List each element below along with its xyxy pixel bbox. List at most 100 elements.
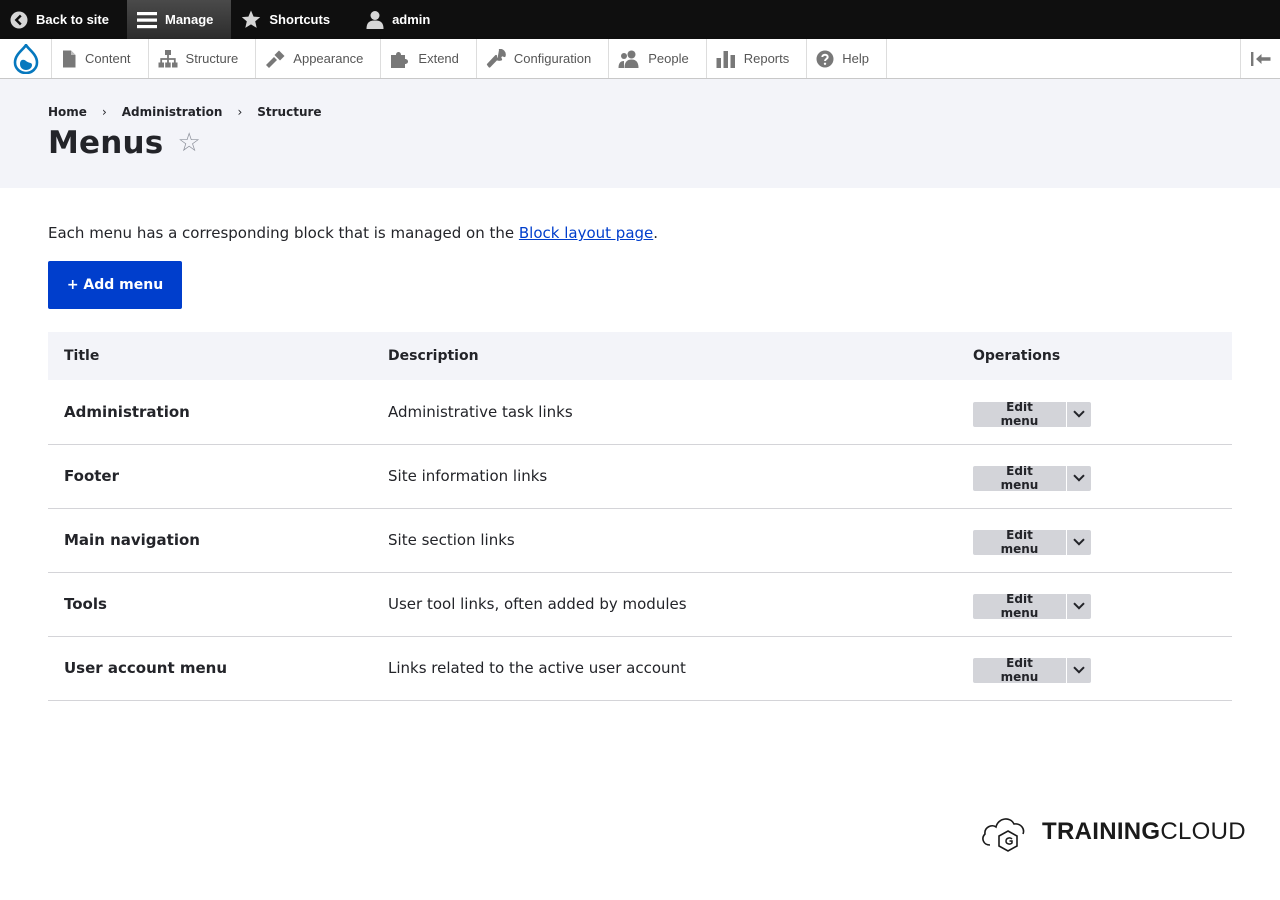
menu-description: User tool links, often added by modules [372, 572, 957, 637]
user-label: admin [392, 12, 431, 27]
tray-item-label: Appearance [293, 51, 364, 66]
file-icon [63, 50, 76, 67]
operations-dropbutton: Edit menu [973, 593, 1091, 619]
menu-operations: Edit menu [957, 380, 1232, 445]
back-arrow-icon [10, 11, 28, 28]
block-layout-link[interactable]: Block layout page [519, 224, 653, 242]
operations-dropbutton: Edit menu [973, 529, 1091, 555]
tray-item-label: Structure [185, 51, 239, 66]
tray-item-label: Configuration [513, 51, 592, 66]
menu-title: Footer [48, 444, 372, 509]
shortcut-star-icon[interactable]: ☆ [177, 130, 200, 156]
edit-menu-button[interactable]: Edit menu [973, 401, 1066, 427]
breadcrumb-home[interactable]: Home [48, 105, 87, 119]
bar-chart-icon [716, 50, 735, 68]
manage-tab[interactable]: Manage [126, 0, 232, 39]
brand-name-bold: TRAINING [1042, 818, 1161, 845]
back-to-site-label: Back to site [36, 12, 109, 27]
intro-text: Each menu has a corresponding block that… [48, 224, 658, 242]
breadcrumb-structure[interactable]: Structure [257, 105, 321, 119]
admin-tray: Content Structure Appearance Extend Conf… [0, 39, 1280, 79]
drupal-logo[interactable] [0, 39, 52, 78]
menu-operations: Edit menu [957, 508, 1232, 573]
back-to-site-link[interactable]: Back to site [0, 0, 127, 39]
tray-orientation-toggle[interactable] [1240, 39, 1280, 78]
tray-item-help[interactable]: Help [807, 39, 887, 78]
cloud-logo-icon [982, 818, 1025, 852]
tray-item-label: Content [85, 51, 131, 66]
menu-title: Main navigation [48, 508, 372, 573]
table-row: Footer Site information links Edit menu [48, 444, 1232, 509]
shortcuts-tab[interactable]: Shortcuts [231, 0, 348, 39]
star-icon [242, 10, 261, 28]
menu-description: Site information links [372, 444, 957, 509]
chevron-down-icon [1073, 666, 1085, 674]
operations-toggle[interactable] [1066, 465, 1091, 491]
menu-operations: Edit menu [957, 636, 1232, 701]
tray-item-extend[interactable]: Extend [381, 39, 477, 78]
column-header-operations: Operations [957, 332, 1232, 380]
chevron-right-icon: › [237, 105, 243, 119]
menu-title: User account menu [48, 636, 372, 701]
edit-menu-button[interactable]: Edit menu [973, 657, 1066, 683]
wrench-icon [486, 49, 506, 68]
hamburger-icon [136, 11, 157, 28]
edit-menu-button[interactable]: Edit menu [973, 593, 1066, 619]
menu-title: Tools [48, 572, 372, 637]
operations-dropbutton: Edit menu [973, 401, 1091, 427]
table-row: Tools User tool links, often added by mo… [48, 572, 1232, 637]
operations-dropbutton: Edit menu [973, 465, 1091, 491]
people-icon [618, 50, 639, 68]
chevron-down-icon [1073, 602, 1085, 610]
column-header-title: Title [48, 332, 372, 380]
intro-period: . [653, 224, 659, 242]
tray-item-label: People [648, 51, 689, 66]
page-header: Home › Administration › Structure Menus … [0, 79, 1280, 188]
chevron-down-icon [1073, 474, 1085, 482]
paintbrush-icon [266, 50, 285, 68]
admin-toolbar: Back to site Manage Shortcuts admin [0, 0, 1280, 39]
tray-item-label: Reports [743, 51, 790, 66]
table-row: User account menu Links related to the a… [48, 636, 1232, 701]
brand-name-regular: CLOUD [1160, 818, 1246, 845]
tray-item-reports[interactable]: Reports [707, 39, 808, 78]
tray-item-configuration[interactable]: Configuration [477, 39, 610, 78]
chevron-down-icon [1073, 410, 1085, 418]
tray-item-content[interactable]: Content [52, 39, 149, 78]
puzzle-icon [391, 51, 409, 68]
manage-label: Manage [164, 12, 214, 27]
tray-item-structure[interactable]: Structure [149, 39, 257, 78]
operations-toggle[interactable] [1066, 529, 1091, 555]
page-title-wrap: Menus ☆ [48, 125, 201, 161]
menus-table: Title Description Operations Administrat… [48, 332, 1232, 701]
breadcrumb: Home › Administration › Structure [48, 105, 322, 119]
menu-description: Administrative task links [372, 380, 957, 445]
chevron-right-icon: › [101, 105, 107, 119]
intro-sentence: Each menu has a corresponding block that… [48, 224, 519, 242]
sitemap-icon [158, 49, 178, 67]
edit-menu-button[interactable]: Edit menu [973, 465, 1066, 491]
menu-title: Administration [48, 380, 372, 445]
tray-item-label: Extend [418, 51, 459, 66]
operations-toggle[interactable] [1066, 401, 1091, 427]
tray-item-people[interactable]: People [609, 39, 707, 78]
chevron-down-icon [1073, 538, 1085, 546]
tray-item-label: Help [842, 51, 869, 66]
tray-item-appearance[interactable]: Appearance [256, 39, 382, 78]
add-menu-button[interactable]: + Add menu [48, 261, 182, 309]
menu-operations: Edit menu [957, 444, 1232, 509]
page-title: Menus [48, 125, 164, 161]
menu-description: Links related to the active user account [372, 636, 957, 701]
tray-spacer [887, 39, 1240, 78]
user-tab[interactable]: admin [348, 0, 448, 39]
collapse-tray-icon [1250, 51, 1270, 66]
trainingcloud-logo: TRAININGCLOUD [980, 812, 1246, 852]
table-row: Main navigation Site section links Edit … [48, 508, 1232, 573]
edit-menu-button[interactable]: Edit menu [973, 529, 1066, 555]
table-row: Administration Administrative task links… [48, 380, 1232, 445]
brand-name: TRAININGCLOUD [1042, 818, 1246, 846]
operations-toggle[interactable] [1066, 593, 1091, 619]
operations-toggle[interactable] [1066, 657, 1091, 683]
breadcrumb-administration[interactable]: Administration [122, 105, 223, 119]
table-header-row: Title Description Operations [48, 332, 1232, 380]
